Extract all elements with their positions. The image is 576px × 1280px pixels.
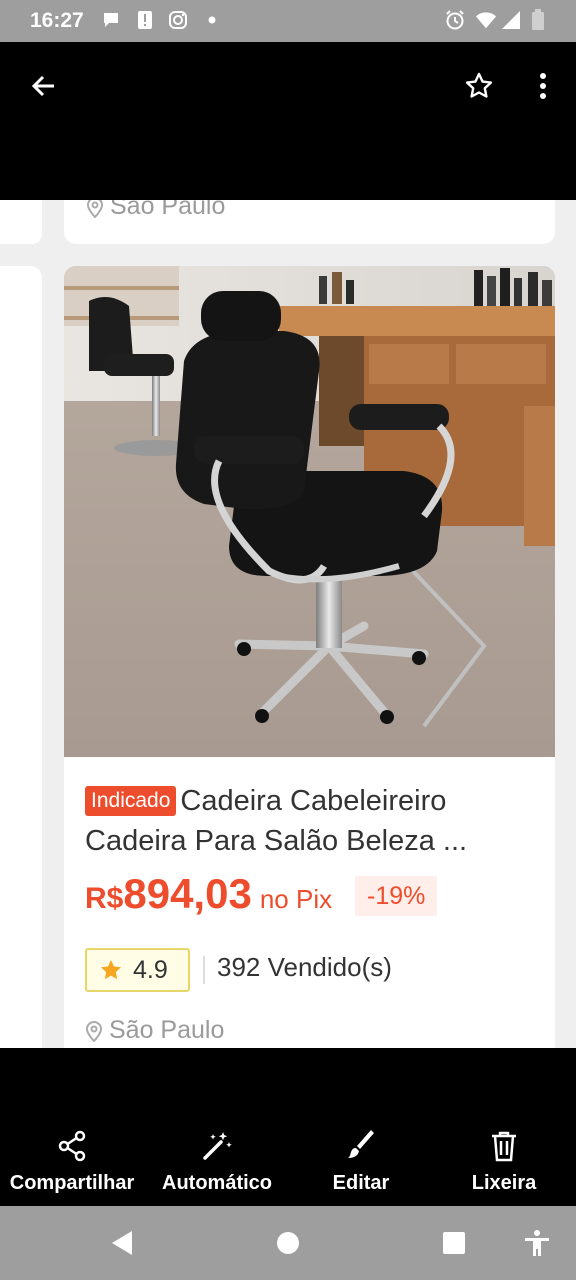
product-title-text-1: Cadeira Cabeleireiro (180, 785, 447, 817)
brush-icon (343, 1128, 379, 1164)
alarm-icon (444, 9, 466, 31)
product-title[interactable]: Indicado Cadeira Cabeleireiro Cadeira Par… (85, 781, 545, 861)
arrow-left-icon (31, 75, 54, 97)
rating-value: 4.9 (133, 955, 168, 984)
divider (203, 956, 205, 984)
nav-home-button[interactable] (268, 1223, 308, 1263)
price-row: R$ 894,03 no Pix (85, 870, 332, 918)
status-time: 16:27 (30, 9, 84, 32)
chat-bubble-icon (100, 9, 122, 31)
back-button[interactable] (22, 64, 66, 108)
price-value: 894,03 (123, 870, 252, 917)
discount-badge: -19% (355, 876, 438, 916)
star-filled-icon (101, 960, 121, 980)
app-bar (0, 42, 576, 200)
previous-card-location-text: São Paulo (110, 200, 226, 220)
payment-method: no Pix (259, 884, 333, 914)
share-label: Compartilhar (9, 1172, 135, 1194)
home-circle-icon (277, 1232, 299, 1254)
auto-button[interactable]: Automático (137, 1128, 297, 1195)
status-bar: 16:27 (0, 0, 576, 42)
nav-back-button[interactable] (102, 1223, 142, 1263)
battery-icon (527, 9, 549, 31)
nav-recents-button[interactable] (434, 1223, 474, 1263)
accessibility-icon (525, 1230, 549, 1256)
trash-button[interactable]: Lixeira (424, 1128, 576, 1195)
dot-icon (201, 9, 223, 31)
screenshot-content: São Paulo Indicado Cadeira Cabeleireiro … (0, 200, 576, 1048)
edit-button[interactable]: Editar (281, 1128, 441, 1195)
adjacent-card[interactable] (0, 200, 42, 244)
sold-count: 392 Vendido(s) (217, 952, 392, 982)
product-location: São Paulo (85, 1016, 224, 1045)
trash-icon (486, 1128, 522, 1164)
back-triangle-icon (112, 1231, 132, 1255)
star-outline-icon (465, 72, 493, 98)
share-icon (54, 1128, 90, 1164)
product-card[interactable]: Indicado Cadeira Cabeleireiro Cadeira Par… (64, 266, 555, 1048)
auto-label: Automático (162, 1172, 272, 1194)
more-vert-icon (540, 73, 546, 99)
rating-badge: 4.9 (85, 948, 190, 992)
edit-label: Editar (332, 1172, 390, 1194)
recents-square-icon (443, 1232, 465, 1254)
previous-card-location: São Paulo (86, 200, 225, 221)
adjacent-product-card[interactable] (0, 266, 42, 1048)
action-bar: Compartilhar Automático Editar Lixeira (0, 1048, 576, 1206)
product-image[interactable] (64, 266, 555, 757)
share-button[interactable]: Compartilhar (0, 1128, 152, 1195)
recommended-badge: Indicado (85, 786, 177, 816)
favorite-button[interactable] (457, 64, 501, 108)
accessibility-button[interactable] (517, 1223, 557, 1263)
instagram-icon (167, 9, 189, 31)
product-title-line2: Cadeira Para Salão Beleza ... (85, 825, 468, 857)
more-options-button[interactable] (521, 64, 565, 108)
wifi-icon (475, 9, 497, 31)
system-nav-bar (0, 1206, 576, 1280)
alert-icon (134, 9, 156, 31)
trash-label: Lixeira (471, 1172, 537, 1194)
location-pin-icon (86, 200, 104, 218)
currency-symbol: R$ (85, 882, 124, 915)
signal-icon (500, 9, 522, 31)
product-location-text: São Paulo (109, 1016, 225, 1044)
location-pin-icon (85, 1020, 103, 1042)
magic-wand-icon (199, 1128, 235, 1164)
product-title-line1: Indicado Cadeira Cabeleireiro (85, 781, 545, 821)
previous-product-card[interactable]: São Paulo (64, 200, 555, 244)
